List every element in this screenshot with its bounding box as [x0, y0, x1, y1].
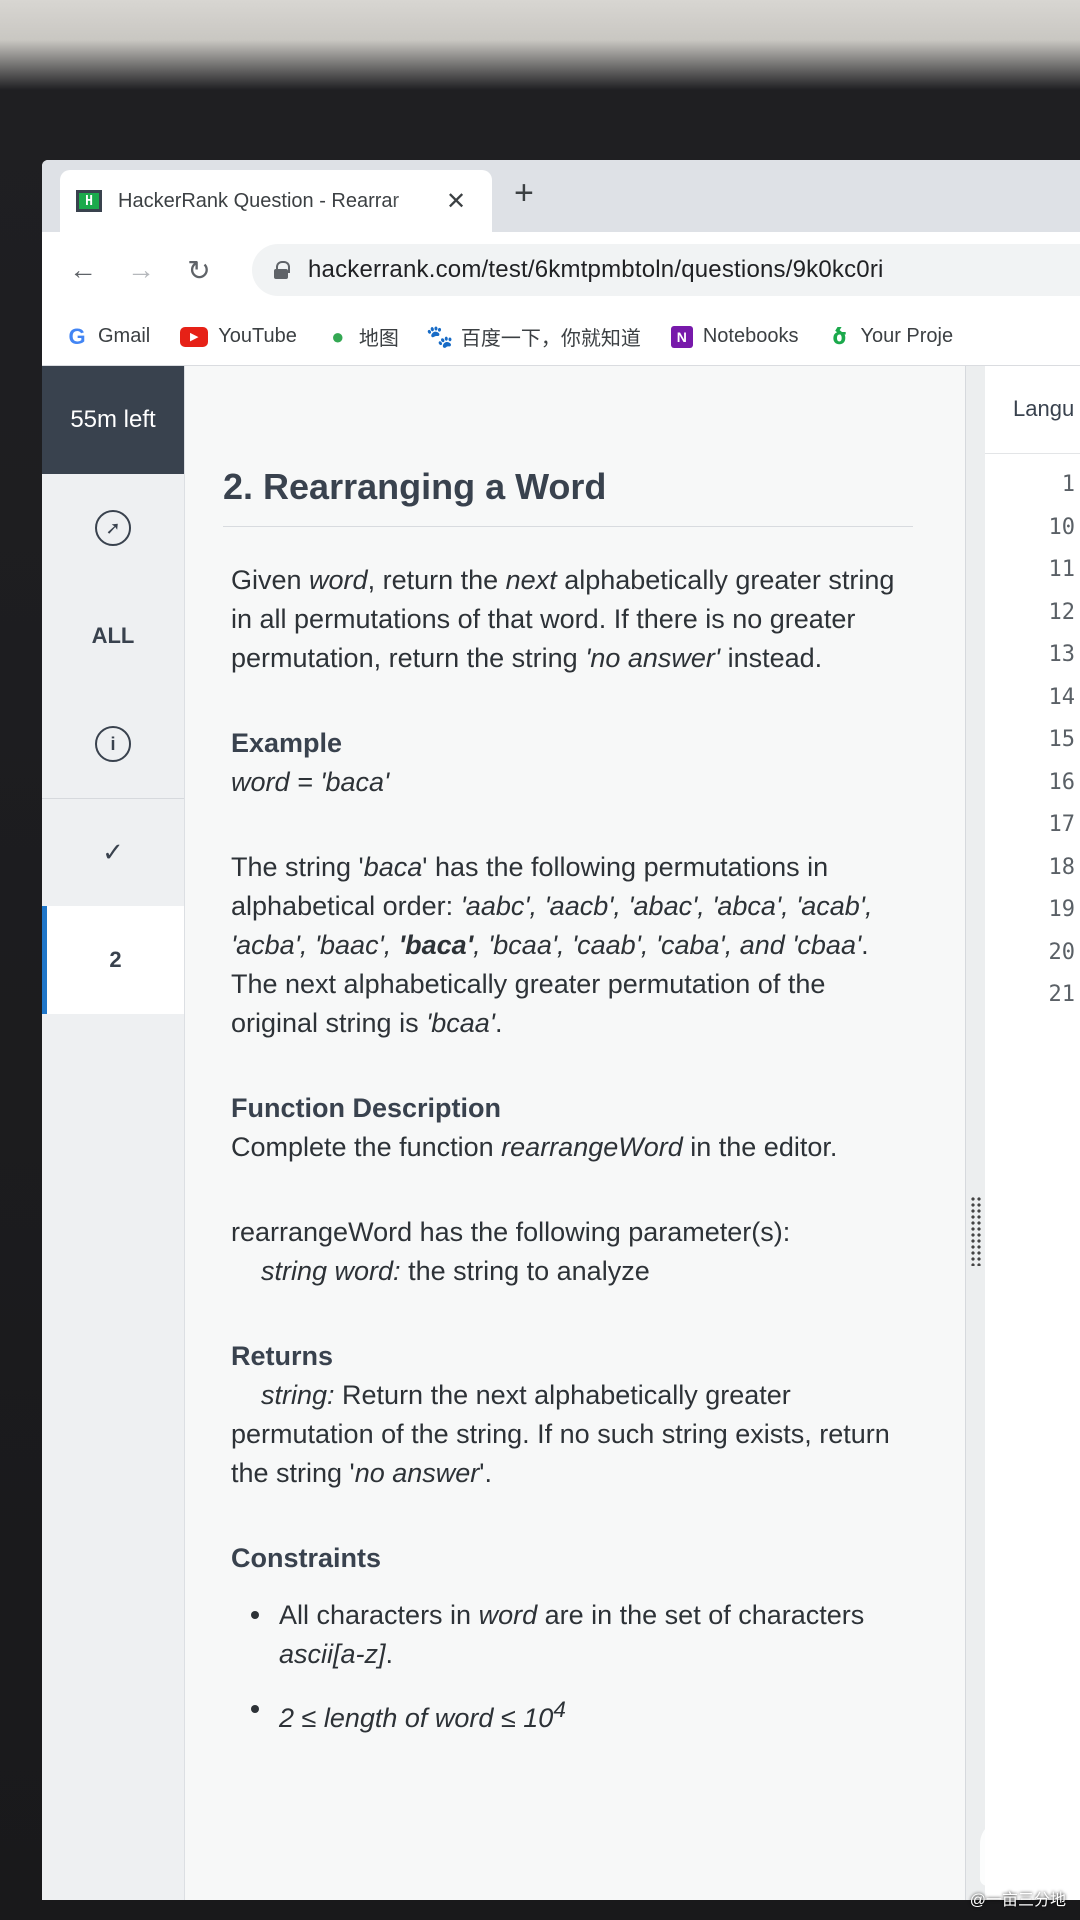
example-heading: Example [231, 728, 343, 758]
example-value: word = 'baca' [231, 767, 390, 797]
line-number: 13 [1048, 642, 1076, 667]
back-arrow-icon[interactable]: ← [66, 254, 100, 286]
bookmark-label: YouTube [218, 325, 297, 347]
code-editor[interactable]: Langu ❯ 1 10 11 12 13 14 15 16 17 18 19 … [985, 366, 1080, 1900]
page-title: 2. Rearranging a Word [223, 466, 913, 527]
bookmark-youtube[interactable]: ▶ YouTube [180, 325, 297, 348]
editor-header: Langu [985, 366, 1080, 454]
line-number: 14 [1048, 684, 1076, 710]
list-item: All characters in word are in the set of… [231, 1596, 903, 1674]
browser-tab[interactable]: H HackerRank Question - Rearrar ✕ [60, 170, 492, 232]
bookmark-your-projects[interactable]: ծ Your Proje [828, 323, 954, 349]
function-description-section: Function Description Complete the functi… [231, 1089, 903, 1167]
line-number: 11 [1048, 557, 1076, 582]
time-remaining: 55m left [42, 366, 184, 474]
returns-section: Returns string: Return the next alphabet… [231, 1337, 903, 1493]
bookmark-label: Your Proje [860, 325, 954, 347]
baidu-paw-icon: 🐾 [426, 323, 454, 349]
parameters-section: rearrangeWord has the following paramete… [231, 1217, 791, 1286]
constraints-heading: Constraints [231, 1543, 382, 1573]
question-sidebar: 55m left ➚ ALL i ✓ 2 [42, 366, 185, 1900]
youtube-icon: ▶ [180, 326, 209, 347]
bookmark-label: 百度一下，你就知道 [460, 328, 641, 350]
hackerrank-test-page: 55m left ➚ ALL i ✓ 2 2. Rearranging a Wo… [42, 366, 1080, 1900]
map-pin-icon: ● [331, 323, 345, 349]
bookmark-label: Notebooks [702, 325, 799, 347]
bookmark-gmail[interactable]: G Gmail [66, 323, 151, 349]
tab-strip: H HackerRank Question - Rearrar ✕ + [42, 160, 1080, 232]
bookmark-label: Gmail [98, 325, 151, 347]
line-number-gutter: 1 10 11 12 13 14 15 16 17 18 19 20 21 [985, 464, 1076, 1017]
line-number: 16 [1048, 769, 1076, 795]
line-number: 17 [1048, 812, 1076, 837]
question-panel: 2. Rearranging a Word Given word, return… [185, 366, 965, 1900]
google-icon: G [68, 323, 86, 349]
line-number: 18 [1048, 854, 1076, 880]
line-number: 10 [1048, 514, 1076, 540]
compass-icon: ➚ [95, 510, 131, 546]
browser-toolbar: ← → ↻ hackerrank.com/test/6kmtpmbtoln/qu… [42, 232, 1080, 308]
watermark-text: @一亩三分地 [969, 1892, 1066, 1909]
line-number: 1 [1061, 472, 1075, 497]
bookmarks-bar: G Gmail ▶ YouTube ● 地图 🐾 百度一下，你就知道 N Not… [42, 308, 1080, 366]
watermark-logo-icon [980, 1816, 1060, 1886]
drag-grip-icon[interactable] [970, 1196, 982, 1266]
list-item: 2 ≤ length of word ≤ 104 [231, 1690, 903, 1738]
new-tab-button[interactable]: + [514, 174, 534, 213]
bookmark-notebooks[interactable]: N Notebooks [670, 325, 799, 348]
sidebar-item-info[interactable]: i [42, 690, 184, 798]
returns-heading: Returns [231, 1341, 334, 1371]
bookmark-maps[interactable]: ● 地图 [327, 322, 399, 351]
line-number: 20 [1048, 939, 1076, 965]
sidebar-item-question-1[interactable]: ✓ [42, 798, 184, 906]
line-number: 15 [1048, 727, 1076, 752]
line-number: 19 [1048, 897, 1076, 922]
sidebar-item-question-2[interactable]: 2 [42, 906, 184, 1014]
hackerrank-favicon-icon: H [76, 190, 102, 212]
example-section: Example word = 'baca' [231, 724, 903, 802]
url-text: hackerrank.com/test/6kmtpmbtoln/question… [308, 256, 884, 283]
forward-arrow-icon[interactable]: → [124, 254, 158, 286]
line-number: 12 [1048, 599, 1076, 625]
sidebar-item-all[interactable]: ALL [42, 582, 184, 690]
close-tab-icon[interactable]: ✕ [446, 187, 466, 216]
example-explanation: The string 'baca' has the following perm… [231, 852, 873, 1038]
sidebar-item-navigate[interactable]: ➚ [42, 474, 184, 582]
panel-resize-handle[interactable] [965, 366, 985, 1900]
constraints-section: Constraints All characters in word are i… [231, 1539, 903, 1738]
address-bar[interactable]: hackerrank.com/test/6kmtpmbtoln/question… [252, 244, 1080, 296]
project-icon: ծ [832, 323, 847, 349]
info-icon: i [95, 726, 131, 762]
function-description-heading: Function Description [231, 1093, 501, 1123]
onenote-icon: N [670, 325, 693, 348]
line-number: 21 [1048, 982, 1076, 1007]
question-body: Given word, return the next alphabetical… [223, 527, 903, 1738]
browser-window: H HackerRank Question - Rearrar ✕ + ← → … [42, 160, 1080, 1900]
tab-title: HackerRank Question - Rearrar [118, 189, 400, 212]
problem-statement: Given word, return the next alphabetical… [231, 565, 895, 673]
lock-icon [274, 261, 290, 279]
bookmark-baidu[interactable]: 🐾 百度一下，你就知道 [426, 322, 641, 351]
bookmark-label: 地图 [358, 328, 399, 350]
checkmark-icon: ✓ [102, 837, 124, 867]
reload-icon[interactable]: ↻ [182, 254, 216, 287]
language-label[interactable]: Langu [1013, 396, 1074, 422]
